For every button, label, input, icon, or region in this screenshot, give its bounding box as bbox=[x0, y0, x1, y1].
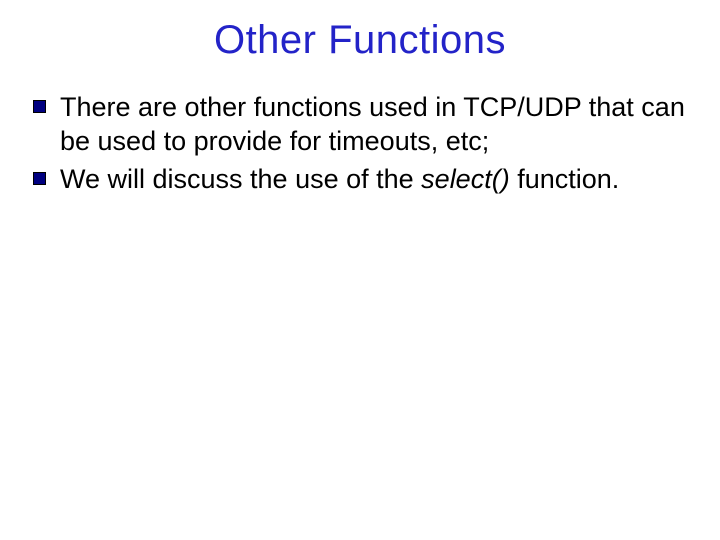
list-item: We will discuss the use of the select() … bbox=[30, 163, 690, 197]
slide-title: Other Functions bbox=[30, 18, 690, 63]
bullet-text: There are other functions used in TCP/UD… bbox=[60, 92, 685, 156]
list-item: There are other functions used in TCP/UD… bbox=[30, 91, 690, 159]
bullet-text-italic: select() bbox=[421, 164, 510, 194]
bullet-text-pre: We will discuss the use of the bbox=[60, 164, 421, 194]
slide: Other Functions There are other function… bbox=[0, 0, 720, 540]
bullet-text-post: function. bbox=[510, 164, 620, 194]
bullet-list: There are other functions used in TCP/UD… bbox=[30, 91, 690, 196]
